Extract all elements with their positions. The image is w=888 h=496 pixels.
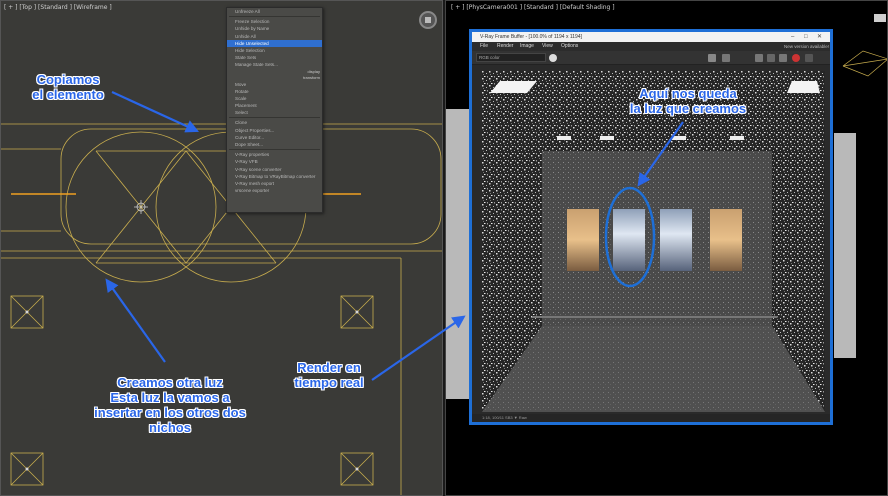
minimize-icon[interactable]: – [791,32,794,42]
transform-label: transform [303,74,320,80]
menu-section-labels: transform [227,74,322,81]
menu-item[interactable]: Rotate [227,88,322,95]
annotation-line: nichos [149,420,191,435]
menu-item[interactable]: vrscene exporter [227,187,322,194]
menu-item[interactable]: Manage State Sets... [227,61,322,68]
menu-render[interactable]: Render [497,42,513,51]
right-viewport-label[interactable]: [ + ] [PhysCamera001 ] [Standard ] [Defa… [451,4,615,11]
annotation-line: insertar en los otros dos [94,405,246,420]
annotation-copy-element: Copiamos el elemento [18,72,118,102]
menu-separator [229,16,320,18]
vfb-toolbar: RGB color [472,51,830,65]
quad-context-menu[interactable]: Unfreeze All Freeze Selection Unhide by … [226,7,323,213]
wall-right-slab [834,133,856,358]
menu-item[interactable]: Object Properties... [227,127,322,134]
menu-options[interactable]: Options [561,42,578,51]
channel-select[interactable]: RGB color [476,53,546,62]
close-icon[interactable]: ✕ [817,32,822,42]
menu-item[interactable]: V-Ray VFB [227,158,322,165]
menu-separator [229,117,320,119]
annotation-light-remains: Aquí nos queda la luz que creamos [618,86,758,116]
vfb-title-text: V-Ray Frame Buffer - [100.0% of 1194 x 1… [480,34,582,40]
tool-icon[interactable] [767,54,775,62]
menu-item[interactable]: V-Ray mesh export [227,180,322,187]
menu-item[interactable]: Unfreeze All [227,8,322,15]
viewcube-icon[interactable] [419,11,437,29]
menu-item[interactable]: Select [227,109,322,116]
menu-image[interactable]: Image [520,42,534,51]
maximize-icon[interactable]: □ [804,32,808,42]
vfb-titlebar[interactable]: V-Ray Frame Buffer - [100.0% of 1194 x 1… [472,32,830,42]
menu-item[interactable]: Hide Selection [227,47,322,54]
tool-icon[interactable] [779,54,787,62]
menu-item[interactable]: Unhide All [227,33,322,40]
menu-item-hide-unselected[interactable]: Hide Unselected [227,39,322,47]
menu-item[interactable]: V-Ray Bitmap to VRayBitmap converter [227,173,322,180]
menu-item[interactable]: Clone [227,119,322,126]
menu-item[interactable]: Move [227,81,322,88]
menu-view[interactable]: View [542,42,553,51]
menu-item[interactable]: Curve Editor... [227,134,322,141]
wall-left-slab [446,109,470,399]
save-icon[interactable] [708,54,716,62]
display-label: display [307,68,320,74]
annotation-realtime-render: Render en tiempo real [283,360,375,390]
annotation-create-light: Creamos otra luz Esta luz la vamos a ins… [75,375,265,435]
annotation-line: Copiamos [36,72,100,87]
menu-item[interactable]: V-Ray properties [227,151,322,158]
menu-item[interactable]: Scale [227,95,322,102]
menu-file[interactable]: File [480,42,488,51]
menu-item[interactable]: Placement [227,102,322,109]
annotation-line: Creamos otra luz [117,375,223,390]
annotation-line: Esta luz la vamos a [110,390,230,405]
menu-item[interactable]: State Sets [227,54,322,61]
color-swatch-icon[interactable] [549,54,557,62]
render-image [482,71,825,412]
menu-separator [229,149,320,151]
teapot-icon[interactable] [792,54,800,62]
ceiling-light-wire-icon [842,50,887,77]
annotation-line: Aquí nos queda [639,86,737,101]
new-version-notice[interactable]: New version available! [784,42,829,51]
annotation-line: la luz que creamos [629,101,747,116]
menu-item[interactable]: V-Ray scene converter [227,166,322,173]
menu-item[interactable]: Dope Sheet... [227,141,322,148]
tool-icon[interactable] [805,54,813,62]
tool-icon[interactable] [755,54,763,62]
menu-item[interactable]: Freeze Selection [227,18,322,25]
rendered-room-image [482,71,825,412]
vfb-statusbar: 1:18, 100/11 SB3 ▼ Raw [472,414,830,422]
annotation-line: el elemento [32,87,104,102]
camera-icon[interactable] [874,14,886,22]
menu-item[interactable]: Unhide by Name [227,25,322,32]
vfb-menubar: File Render Image View Options New versi… [472,42,830,51]
region-icon[interactable] [722,54,730,62]
annotation-line: tiempo real [294,375,364,390]
annotation-line: Render en [297,360,361,375]
